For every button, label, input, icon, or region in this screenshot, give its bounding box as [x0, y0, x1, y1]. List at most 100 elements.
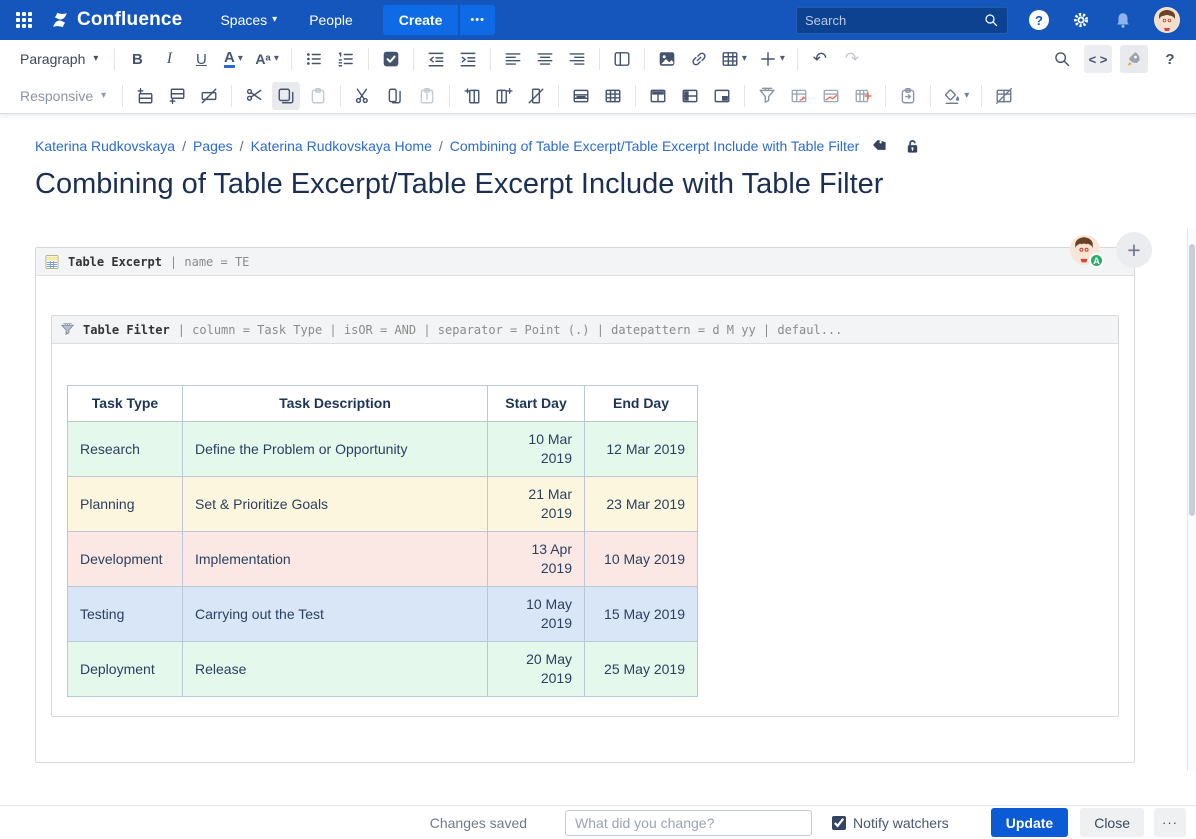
table-cell[interactable]: Testing: [68, 587, 183, 642]
cell-color-dropdown[interactable]: ▾: [939, 82, 973, 110]
help-button[interactable]: ?: [1028, 9, 1050, 31]
align-left-button[interactable]: [499, 45, 527, 73]
table-cell[interactable]: 13 Apr 2019: [488, 532, 585, 587]
table-filter-button[interactable]: [753, 82, 781, 110]
scrollbar-thumb[interactable]: [1189, 244, 1195, 516]
table-excerpt-macro-header[interactable]: Table Excerpt | name = TE: [36, 248, 1134, 276]
table-cell[interactable]: 23 Mar 2019: [585, 477, 698, 532]
footer-more-button[interactable]: ···: [1154, 808, 1186, 837]
copy-row-button[interactable]: [272, 82, 300, 110]
text-color-dropdown[interactable]: A▾: [219, 45, 247, 73]
table-cell[interactable]: Deployment: [68, 642, 183, 697]
table-cell[interactable]: 20 May 2019: [488, 642, 585, 697]
column-header[interactable]: Start Day: [488, 386, 585, 422]
breadcrumb-link[interactable]: Katerina Rudkovskaya Home: [251, 138, 432, 154]
paragraph-style-dropdown[interactable]: Paragraph▾: [12, 45, 106, 73]
add-row-below-button[interactable]: [163, 82, 191, 110]
copy-table-button[interactable]: [894, 82, 922, 110]
vertical-scrollbar[interactable]: [1187, 228, 1196, 771]
contributor-avatar[interactable]: A: [1070, 235, 1100, 265]
insert-more-dropdown[interactable]: ▾: [755, 45, 789, 73]
redo-button[interactable]: ↷: [838, 45, 866, 73]
bold-button[interactable]: B: [123, 45, 151, 73]
heading-cell-button[interactable]: [708, 82, 736, 110]
column-header[interactable]: Task Description: [183, 386, 488, 422]
merge-cells-button[interactable]: [567, 82, 595, 110]
table-cell[interactable]: 10 Mar 2019: [488, 422, 585, 477]
delete-row-button[interactable]: [195, 82, 223, 110]
bullet-list-button[interactable]: [300, 45, 328, 73]
remove-table-button[interactable]: [990, 82, 1018, 110]
notify-watchers-checkbox[interactable]: [832, 816, 846, 830]
table-cell[interactable]: 10 May 2019: [585, 532, 698, 587]
create-more-button[interactable]: •••: [460, 5, 495, 35]
table-filter-macro-body[interactable]: Task TypeTask DescriptionStart DayEnd Da…: [52, 344, 1118, 697]
align-center-button[interactable]: [531, 45, 559, 73]
add-column-before-button[interactable]: [458, 82, 486, 110]
cut-column-button[interactable]: [349, 82, 377, 110]
breadcrumb-link[interactable]: Combining of Table Excerpt/Table Excerpt…: [450, 138, 860, 154]
table-cell[interactable]: Planning: [68, 477, 183, 532]
table-cell[interactable]: 12 Mar 2019: [585, 422, 698, 477]
table-cell[interactable]: Carrying out the Test: [183, 587, 488, 642]
add-table-button[interactable]: [849, 82, 877, 110]
change-comment-input[interactable]: [565, 810, 812, 836]
heading-column-button[interactable]: [676, 82, 704, 110]
copy-column-button[interactable]: [381, 82, 409, 110]
insert-image-button[interactable]: [653, 45, 681, 73]
table-cell[interactable]: Define the Problem or Opportunity: [183, 422, 488, 477]
notifications-button[interactable]: [1112, 9, 1134, 31]
paste-row-button[interactable]: [304, 82, 332, 110]
breadcrumb-link[interactable]: Pages: [193, 138, 233, 154]
notify-watchers[interactable]: Notify watchers: [832, 815, 949, 831]
insert-table-dropdown[interactable]: ▾: [717, 45, 751, 73]
task-list-button[interactable]: [377, 45, 405, 73]
column-header[interactable]: Task Type: [68, 386, 183, 422]
add-column-after-button[interactable]: [490, 82, 518, 110]
table-cell[interactable]: 10 May 2019: [488, 587, 585, 642]
update-button[interactable]: Update: [991, 808, 1068, 837]
page-layout-button[interactable]: [608, 45, 636, 73]
search-input[interactable]: [805, 13, 983, 28]
indent-button[interactable]: [454, 45, 482, 73]
table-excerpt-macro-body[interactable]: Table Filter | column = Task Type | isOR…: [36, 276, 1134, 763]
table-cell[interactable]: Set & Prioritize Goals: [183, 477, 488, 532]
table-cell[interactable]: 25 May 2019: [585, 642, 698, 697]
insert-link-button[interactable]: [685, 45, 713, 73]
create-button[interactable]: Create: [383, 5, 459, 35]
table-mode-dropdown[interactable]: Responsive▾: [12, 82, 114, 110]
rocket-button[interactable]: [1120, 45, 1148, 73]
table-cell[interactable]: Development: [68, 532, 183, 587]
cut-row-button[interactable]: [240, 82, 268, 110]
global-search[interactable]: [796, 7, 1008, 34]
app-switcher-icon[interactable]: [16, 12, 32, 28]
table-cell[interactable]: Implementation: [183, 532, 488, 587]
paste-column-button[interactable]: [413, 82, 441, 110]
source-code-button[interactable]: < >: [1084, 45, 1112, 73]
table-chart-button[interactable]: [817, 82, 845, 110]
table-cell[interactable]: Research: [68, 422, 183, 477]
page-title[interactable]: Combining of Table Excerpt/Table Excerpt…: [35, 168, 1196, 201]
close-button[interactable]: Close: [1080, 808, 1144, 837]
italic-button[interactable]: I: [155, 45, 183, 73]
nav-spaces[interactable]: Spaces▾: [208, 0, 289, 40]
more-formatting-dropdown[interactable]: Aᵃ▾: [251, 45, 282, 73]
column-header[interactable]: End Day: [585, 386, 698, 422]
outdent-button[interactable]: [422, 45, 450, 73]
editor-help-button[interactable]: ?: [1156, 45, 1184, 73]
nav-people[interactable]: People: [297, 0, 365, 40]
delete-column-button[interactable]: [522, 82, 550, 110]
table-filter-macro-header[interactable]: Table Filter | column = Task Type | isOR…: [52, 316, 1118, 344]
search-icon[interactable]: [983, 12, 999, 28]
undo-button[interactable]: ↶: [806, 45, 834, 73]
find-replace-button[interactable]: [1048, 45, 1076, 73]
add-contributor-button[interactable]: +: [1116, 232, 1152, 268]
split-cells-button[interactable]: [599, 82, 627, 110]
table-cell[interactable]: 21 Mar 2019: [488, 477, 585, 532]
settings-button[interactable]: [1070, 9, 1092, 31]
table-cell[interactable]: Release: [183, 642, 488, 697]
underline-button[interactable]: U: [187, 45, 215, 73]
user-avatar[interactable]: [1154, 7, 1180, 33]
heading-row-button[interactable]: [644, 82, 672, 110]
numbered-list-button[interactable]: [332, 45, 360, 73]
